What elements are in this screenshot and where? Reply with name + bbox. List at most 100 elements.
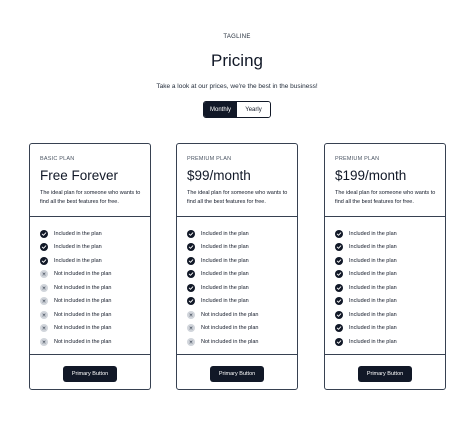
feature-item: Included in the plan <box>335 281 443 295</box>
feature-item: Included in the plan <box>335 268 443 282</box>
check-circle-icon <box>335 270 343 279</box>
check-circle-icon <box>335 297 343 306</box>
check-circle-icon <box>40 229 48 238</box>
x-circle-icon <box>40 283 48 292</box>
feature-item: Not included in the plan <box>40 308 148 322</box>
feature-text: Included in the plan <box>201 257 249 264</box>
x-circle-icon <box>40 297 48 306</box>
feature-item: Included in the plan <box>40 241 148 255</box>
check-circle-icon <box>335 310 343 319</box>
x-circle-icon <box>40 337 48 346</box>
feature-text: Included in the plan <box>349 338 397 345</box>
toggle-option-yearly[interactable]: Yearly <box>237 102 270 117</box>
primary-button[interactable]: Primary Button <box>358 366 412 382</box>
feature-text: Not included in the plan <box>201 325 259 332</box>
check-circle-icon <box>187 256 195 265</box>
feature-text: Included in the plan <box>201 284 249 291</box>
x-circle-icon <box>40 270 48 279</box>
plan-description: The ideal plan for someone who wants to … <box>187 190 288 205</box>
check-circle-icon <box>335 243 343 252</box>
feature-text: Not included in the plan <box>54 271 112 278</box>
plan-card-footer: Primary Button <box>177 354 297 390</box>
feature-list: Included in the plan Included in the plan… <box>335 227 443 349</box>
plan-card-header: BASIC PLAN Free Forever The ideal plan f… <box>30 144 150 217</box>
x-circle-icon <box>40 310 48 319</box>
x-circle-icon <box>187 310 195 319</box>
check-circle-icon <box>335 324 343 333</box>
feature-text: Not included in the plan <box>201 338 259 345</box>
check-circle-icon <box>40 256 48 265</box>
check-circle-icon <box>335 256 343 265</box>
check-circle-icon <box>187 229 195 238</box>
check-circle-icon <box>40 243 48 252</box>
feature-item: Included in the plan <box>187 268 295 282</box>
plan-card-header: PREMIUM PLAN $99/month The ideal plan fo… <box>177 144 297 217</box>
x-circle-icon <box>40 324 48 333</box>
feature-item: Included in the plan <box>40 227 148 241</box>
page-subtitle: Take a look at our prices, we're the bes… <box>156 83 318 90</box>
feature-item: Included in the plan <box>335 335 443 349</box>
feature-text: Included in the plan <box>349 284 397 291</box>
feature-item: Included in the plan <box>335 227 443 241</box>
plan-price: $199/month <box>335 168 407 183</box>
feature-text: Included in the plan <box>201 271 249 278</box>
toggle-option-monthly[interactable]: Monthly <box>204 102 237 117</box>
feature-item: Included in the plan <box>335 295 443 309</box>
feature-text: Included in the plan <box>349 311 397 318</box>
plan-card-header: PREMIUM PLAN $199/month The ideal plan f… <box>325 144 445 217</box>
primary-button[interactable]: Primary Button <box>210 366 264 382</box>
feature-item: Not included in the plan <box>40 322 148 336</box>
plan-price: $99/month <box>187 168 251 183</box>
feature-text: Not included in the plan <box>201 311 259 318</box>
feature-item: Not included in the plan <box>40 281 148 295</box>
feature-item: Included in the plan <box>187 281 295 295</box>
feature-text: Included in the plan <box>201 298 249 305</box>
feature-text: Included in the plan <box>349 325 397 332</box>
check-circle-icon <box>335 337 343 346</box>
plan-card-premium-99: PREMIUM PLAN $99/month The ideal plan fo… <box>176 143 298 390</box>
feature-item: Included in the plan <box>187 295 295 309</box>
check-circle-icon <box>187 243 195 252</box>
tagline: TAGLINE <box>223 34 251 40</box>
feature-item: Not included in the plan <box>40 268 148 282</box>
feature-list: Included in the plan Included in the plan… <box>187 227 295 349</box>
check-circle-icon <box>187 283 195 292</box>
feature-text: Not included in the plan <box>54 311 112 318</box>
billing-toggle[interactable]: Monthly Yearly <box>203 101 271 118</box>
x-circle-icon <box>187 324 195 333</box>
feature-text: Not included in the plan <box>54 284 112 291</box>
check-circle-icon <box>187 270 195 279</box>
primary-button[interactable]: Primary Button <box>63 366 117 382</box>
feature-item: Included in the plan <box>187 241 295 255</box>
feature-text: Included in the plan <box>349 257 397 264</box>
plan-description: The ideal plan for someone who wants to … <box>335 190 436 205</box>
feature-item: Not included in the plan <box>40 335 148 349</box>
plan-description: The ideal plan for someone who wants to … <box>40 190 141 205</box>
feature-item: Not included in the plan <box>40 295 148 309</box>
plan-name: BASIC PLAN <box>40 156 75 162</box>
feature-item: Included in the plan <box>335 254 443 268</box>
feature-text: Not included in the plan <box>54 298 112 305</box>
feature-list: Included in the plan Included in the plan… <box>40 227 148 349</box>
plan-name: PREMIUM PLAN <box>187 156 232 162</box>
feature-text: Not included in the plan <box>54 338 112 345</box>
page-title: Pricing <box>211 51 263 70</box>
feature-item: Not included in the plan <box>187 322 295 336</box>
feature-item: Included in the plan <box>335 322 443 336</box>
feature-item: Not included in the plan <box>187 335 295 349</box>
feature-item: Included in the plan <box>40 254 148 268</box>
plan-card-basic: BASIC PLAN Free Forever The ideal plan f… <box>29 143 151 390</box>
plan-card-footer: Primary Button <box>30 354 150 390</box>
check-circle-icon <box>335 283 343 292</box>
feature-item: Included in the plan <box>335 241 443 255</box>
feature-text: Included in the plan <box>54 244 102 251</box>
plan-card-footer: Primary Button <box>325 354 445 390</box>
feature-text: Included in the plan <box>349 271 397 278</box>
feature-item: Not included in the plan <box>187 308 295 322</box>
plan-name: PREMIUM PLAN <box>335 156 380 162</box>
feature-text: Included in the plan <box>54 257 102 264</box>
x-circle-icon <box>187 337 195 346</box>
feature-text: Included in the plan <box>201 230 249 237</box>
check-circle-icon <box>335 229 343 238</box>
feature-text: Included in the plan <box>201 244 249 251</box>
